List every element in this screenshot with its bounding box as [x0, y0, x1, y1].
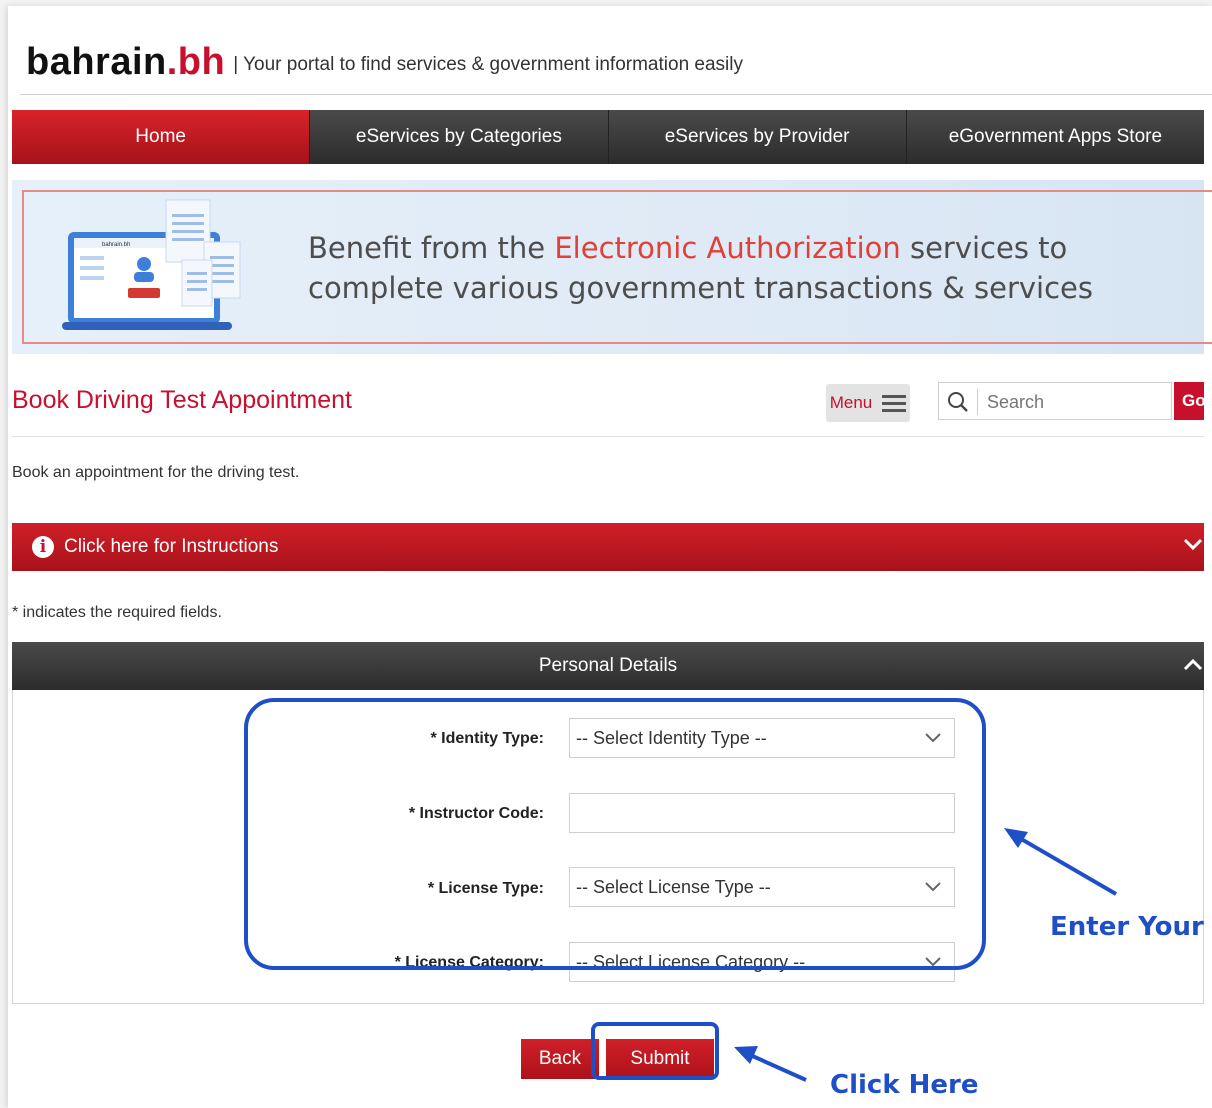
- banner-line-2: complete various government transactions…: [308, 271, 1094, 305]
- personal-details-header[interactable]: Personal Details: [12, 642, 1204, 690]
- site-header: bahrain.bh | Your portal to find service…: [26, 26, 743, 82]
- nav-eservices-by-provider[interactable]: eServices by Provider: [608, 110, 907, 164]
- info-icon: i: [32, 536, 54, 558]
- main-nav: Home eServices by Categories eServices b…: [12, 110, 1204, 164]
- logo-main: bahrain: [26, 41, 167, 83]
- search-box: [938, 382, 1172, 420]
- instructions-label: Click here for Instructions: [64, 536, 279, 557]
- nav-egovernment-apps-store[interactable]: eGovernment Apps Store: [906, 110, 1204, 164]
- page-description: Book an appointment for the driving test…: [12, 464, 300, 481]
- banner-text-part: Benefit from the: [308, 231, 555, 265]
- illustration-site-label: bahrain.bh: [102, 242, 130, 248]
- banner-headline: Benefit from the Electronic Authorizatio…: [308, 228, 1093, 308]
- fields-highlight-box: [244, 698, 986, 970]
- page-title: Book Driving Test Appointment: [12, 386, 353, 414]
- menu-label: Menu: [829, 393, 873, 412]
- chevron-down-icon: [1183, 538, 1203, 551]
- search-go-button[interactable]: Go: [1174, 382, 1204, 420]
- search-icon: [948, 392, 968, 412]
- menu-button[interactable]: Menu: [826, 384, 910, 422]
- laptop-illustration: bahrain.bh: [62, 199, 241, 330]
- search-divider: [977, 389, 978, 415]
- nav-home[interactable]: Home: [12, 110, 311, 164]
- hamburger-icon: [882, 395, 907, 412]
- banner-text-part: services to: [900, 231, 1068, 265]
- promo-banner[interactable]: bahrain.bh Benefit from the Electronic A…: [12, 180, 1212, 354]
- chevron-up-icon: [1183, 658, 1203, 671]
- banner-highlight: Electronic Authorization: [554, 231, 901, 265]
- search-input[interactable]: [985, 387, 1169, 417]
- title-divider: [12, 436, 1204, 437]
- required-fields-note: * indicates the required fields.: [12, 604, 222, 621]
- logo-suffix: .bh: [166, 41, 226, 83]
- nav-eservices-by-categories[interactable]: eServices by Categories: [310, 110, 609, 164]
- submit-highlight-box: [591, 1022, 719, 1080]
- instructions-toggle[interactable]: i Click here for Instructions: [12, 523, 1204, 571]
- site-tagline: | Your portal to find services & governm…: [233, 54, 743, 75]
- back-button[interactable]: Back: [521, 1039, 599, 1079]
- click-here-annotation: Click Here: [830, 1070, 979, 1100]
- site-logo[interactable]: bahrain.bh: [26, 42, 225, 82]
- banner-line-1: Benefit from the Electronic Authorizatio…: [308, 228, 1093, 268]
- enter-your-annotation: Enter Your: [1050, 912, 1204, 942]
- header-divider: [20, 94, 1212, 95]
- section-title: Personal Details: [538, 655, 678, 676]
